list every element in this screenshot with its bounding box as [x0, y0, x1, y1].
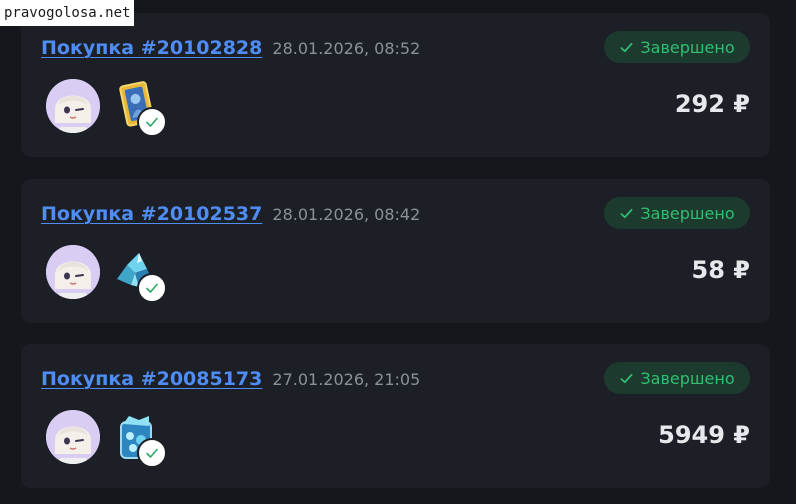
checkmark-icon [620, 208, 633, 218]
status-label: Завершено [640, 368, 735, 388]
checkmark-icon [620, 373, 633, 383]
status-badge: Завершено [604, 362, 750, 394]
order-link[interactable]: Покупка #20102537 [41, 203, 262, 225]
check-badge-icon [137, 273, 167, 303]
avatar [46, 245, 100, 299]
status-label: Завершено [640, 37, 735, 57]
site-watermark: pravogolosa.net [0, 0, 135, 26]
order-price: 58 ₽ [691, 256, 750, 284]
order-link[interactable]: Покупка #20102828 [41, 37, 262, 59]
check-badge-icon [137, 438, 167, 468]
order-card: Покупка #20102828 28.01.2026, 08:52 Заве… [21, 13, 770, 157]
status-badge: Завершено [604, 197, 750, 229]
avatar [46, 410, 100, 464]
order-date: 28.01.2026, 08:52 [272, 39, 421, 58]
order-card: Покупка #20085173 27.01.2026, 21:05 Заве… [21, 344, 770, 488]
order-link[interactable]: Покупка #20085173 [41, 368, 262, 390]
order-date: 27.01.2026, 21:05 [272, 370, 421, 389]
checkmark-icon [620, 42, 633, 52]
status-badge: Завершено [604, 31, 750, 63]
status-label: Завершено [640, 203, 735, 223]
avatar [46, 79, 100, 133]
order-price: 292 ₽ [674, 90, 750, 118]
check-badge-icon [137, 107, 167, 137]
order-date: 28.01.2026, 08:42 [272, 205, 421, 224]
order-price: 5949 ₽ [658, 421, 750, 449]
order-card: Покупка #20102537 28.01.2026, 08:42 Заве… [21, 179, 770, 323]
